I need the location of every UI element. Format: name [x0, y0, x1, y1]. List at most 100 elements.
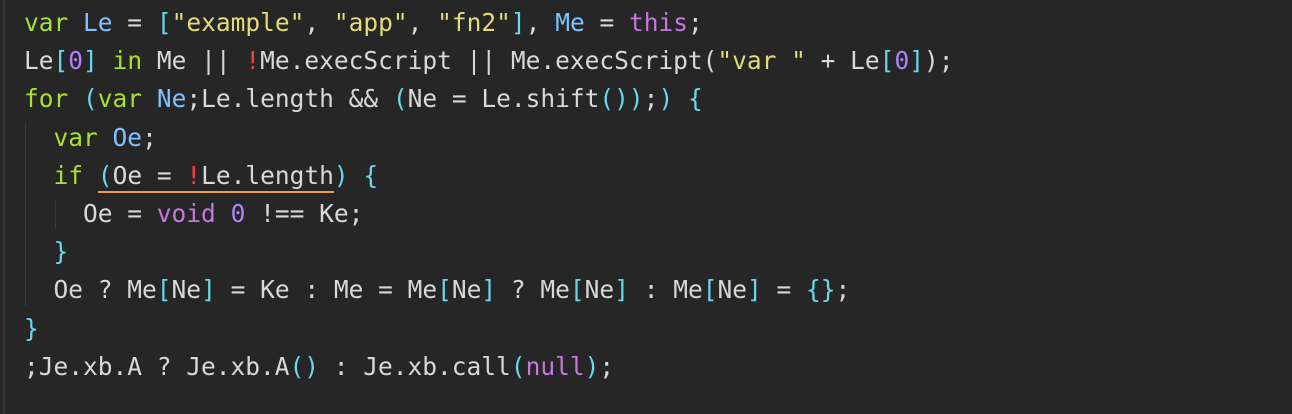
- code-token: ): [628, 84, 644, 114]
- indent-guide: [54, 199, 56, 230]
- code-token: ]: [481, 275, 497, 305]
- code-line[interactable]: ;Je.xb.A ? Je.xb.A() : Je.xb.call(null);: [24, 348, 953, 386]
- code-token: ,: [525, 8, 556, 37]
- code-token: ): [658, 84, 674, 114]
- code-token: ]: [909, 46, 924, 76]
- code-token: : Je.xb.call: [319, 351, 511, 381]
- code-token: ;: [687, 8, 703, 37]
- code-token: Ne: [584, 275, 615, 305]
- code-token: ;: [643, 84, 659, 114]
- code-editor[interactable]: var Le = ["example", "app", "fn2"], Me =…: [0, 0, 1292, 414]
- code-token: [: [156, 8, 172, 37]
- code-token: + Le: [805, 46, 880, 76]
- code-line[interactable]: for (var Ne;Le.length && (Ne = Le.shift(…: [24, 80, 953, 118]
- code-token: this: [628, 8, 688, 37]
- code-token: Oe =: [112, 160, 187, 190]
- code-token: [: [702, 275, 718, 305]
- code-token: Oe ? Me: [53, 275, 157, 305]
- code-token: Me: [555, 8, 585, 37]
- code-token: !: [245, 46, 261, 76]
- code-token: [: [879, 46, 895, 76]
- code-view[interactable]: var Le = ["example", "app", "fn2"], Me =…: [24, 4, 953, 386]
- code-token: Ne = Le.shift: [407, 84, 600, 114]
- code-token: (): [289, 351, 320, 381]
- code-token: Ne: [156, 84, 187, 114]
- code-token: (: [392, 84, 408, 114]
- code-token: var: [97, 84, 143, 114]
- code-token: (): [599, 84, 629, 114]
- code-token: (: [83, 84, 98, 114]
- code-token: "app": [333, 8, 408, 37]
- code-token: [: [569, 275, 585, 305]
- editor-gutter-rule: [3, 0, 5, 414]
- code-token: ]: [510, 8, 526, 37]
- code-token: var: [53, 122, 98, 152]
- code-token: Ne: [171, 275, 202, 305]
- code-token: ;: [835, 275, 851, 305]
- code-token: "fn2": [437, 8, 511, 37]
- code-token: 0: [68, 46, 84, 76]
- code-token: [: [53, 46, 69, 76]
- code-token: : Me: [628, 275, 703, 305]
- code-token: in: [112, 46, 143, 76]
- code-token: ;: [599, 351, 615, 381]
- code-token: if: [53, 160, 84, 190]
- code-line[interactable]: Oe ? Me[Ne] = Ke : Me = Me[Ne] ? Me[Ne] …: [24, 271, 953, 309]
- code-token: !== Ke;: [245, 198, 364, 228]
- code-token: ;: [142, 122, 157, 152]
- code-token: 0: [894, 46, 910, 76]
- code-token: Me ||: [142, 46, 246, 76]
- code-token: ): [333, 160, 349, 190]
- code-line[interactable]: }: [24, 310, 953, 348]
- lint-warning-underline[interactable]: (Oe = !Le.length: [97, 160, 334, 193]
- code-token: (: [97, 160, 113, 190]
- code-token: ,: [407, 8, 438, 37]
- code-token: }: [24, 313, 39, 343]
- code-line[interactable]: }: [24, 233, 953, 271]
- code-token: void: [156, 198, 216, 228]
- code-token: Me.execScript || Me.execScript(: [260, 46, 718, 76]
- code-token: ): [584, 351, 600, 381]
- code-token: "var ": [717, 46, 806, 76]
- code-line[interactable]: var Oe;: [24, 119, 953, 157]
- code-token: null: [525, 351, 585, 381]
- code-token: Oe: [112, 122, 143, 152]
- code-token: [: [156, 275, 172, 305]
- code-token: ,: [304, 8, 334, 37]
- code-token: Oe =: [83, 198, 157, 228]
- code-token: "example": [171, 8, 305, 37]
- code-line[interactable]: if (Oe = !Le.length) {: [24, 157, 953, 195]
- code-line[interactable]: Le[0] in Me || !Me.execScript || Me.exec…: [24, 42, 953, 80]
- code-token: 0: [230, 198, 246, 228]
- code-token: =: [112, 8, 157, 37]
- code-token: {}: [806, 275, 836, 305]
- code-token: ;Le.length &&: [186, 84, 393, 114]
- code-token: );: [923, 46, 954, 76]
- code-token: ]: [201, 275, 216, 305]
- code-token: [: [437, 275, 452, 305]
- code-token: Ne: [717, 275, 747, 305]
- code-line[interactable]: var Le = ["example", "app", "fn2"], Me =…: [24, 4, 953, 42]
- code-token: ]: [83, 46, 98, 76]
- code-line[interactable]: Oe = void 0 !== Ke;: [24, 195, 953, 233]
- code-token: {: [363, 160, 379, 190]
- indent-guide: [25, 122, 26, 306]
- code-token: =: [761, 275, 807, 305]
- code-token: ]: [747, 275, 762, 305]
- code-token: Ne: [451, 275, 482, 305]
- code-token: for: [24, 84, 69, 114]
- code-token: ]: [614, 275, 629, 305]
- code-token: ;Je.xb.A ? Je.xb.A: [24, 351, 290, 381]
- code-token: ? Me: [496, 275, 570, 305]
- code-token: = Ke : Me = Me: [215, 275, 438, 305]
